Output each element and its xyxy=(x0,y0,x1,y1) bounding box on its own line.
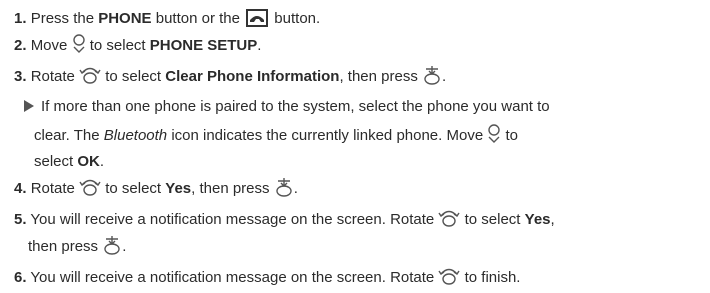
step-text: , then press xyxy=(191,180,274,197)
step-text: to select xyxy=(101,180,166,197)
step-text: Rotate xyxy=(30,180,80,197)
enter-press-icon xyxy=(422,65,442,92)
step-6: 6. You will receive a notification messa… xyxy=(14,266,710,293)
step-number: 4. xyxy=(14,180,27,197)
step-text: Move xyxy=(30,37,72,54)
step-number: 5. xyxy=(14,211,27,228)
sub-note-text: icon indicates the currently linked phon… xyxy=(167,127,488,144)
step-text: , xyxy=(550,211,555,228)
clear-phone-information-label: Clear Phone Information xyxy=(165,68,340,85)
step-5: 5. You will receive a notification messa… xyxy=(14,208,710,262)
sub-note-text: If more than one phone is paired to the … xyxy=(41,98,550,115)
joystick-down-icon xyxy=(487,124,501,151)
step-text: then press xyxy=(28,238,103,255)
step-text: Rotate xyxy=(30,68,80,85)
step-4: 4. Rotate to select Yes, then press . xyxy=(14,177,710,204)
step-number: 3. xyxy=(14,68,27,85)
step-text: . xyxy=(257,37,262,54)
yes-label: Yes xyxy=(165,180,192,197)
bullet-triangle-icon xyxy=(24,100,34,112)
step-3: 3. Rotate to select Clear Phone Informat… xyxy=(14,65,710,92)
sub-note: If more than one phone is paired to the … xyxy=(14,96,710,173)
step-text: . xyxy=(442,68,447,85)
rotary-knob-icon xyxy=(79,65,101,92)
step-text: to finish. xyxy=(460,269,521,286)
step-text: Press the xyxy=(30,10,99,27)
rotary-knob-icon xyxy=(438,266,461,293)
sub-note-text: select xyxy=(34,153,78,170)
step-text: You will receive a notification message … xyxy=(30,269,439,286)
step-text: You will receive a notification message … xyxy=(30,211,439,228)
yes-label: Yes xyxy=(524,211,551,228)
step-text: , then press xyxy=(339,68,422,85)
rotary-knob-icon xyxy=(438,208,461,235)
phone-button-label: PHONE xyxy=(98,10,152,27)
step-text: to select xyxy=(101,68,166,85)
step-text: to select xyxy=(85,37,150,54)
step-text: to select xyxy=(460,211,525,228)
ok-label: OK xyxy=(77,153,100,170)
step-1: 1. Press the PHONE button or the button. xyxy=(14,8,710,30)
step-text: . xyxy=(122,238,127,255)
step-text: button or the xyxy=(151,10,245,27)
instruction-document: 1. Press the PHONE button or the button.… xyxy=(0,0,710,286)
step-text: . xyxy=(293,180,298,197)
step-number: 1. xyxy=(14,10,27,27)
sub-note-text: . xyxy=(99,153,105,170)
joystick-down-icon xyxy=(72,34,86,61)
sub-note-text: to xyxy=(501,127,519,144)
step-text: button. xyxy=(270,10,321,27)
sub-note-text: clear. The xyxy=(34,127,104,144)
enter-press-icon xyxy=(274,177,294,204)
bluetooth-label: Bluetooth xyxy=(103,127,168,144)
phone-setup-label: PHONE SETUP xyxy=(149,37,258,54)
phone-button-icon xyxy=(246,9,269,27)
enter-press-icon xyxy=(102,235,122,262)
step-2: 2. Move to select PHONE SETUP. xyxy=(14,34,710,61)
rotary-knob-icon xyxy=(79,177,101,204)
step-number: 6. xyxy=(14,269,27,286)
step-number: 2. xyxy=(14,37,27,54)
